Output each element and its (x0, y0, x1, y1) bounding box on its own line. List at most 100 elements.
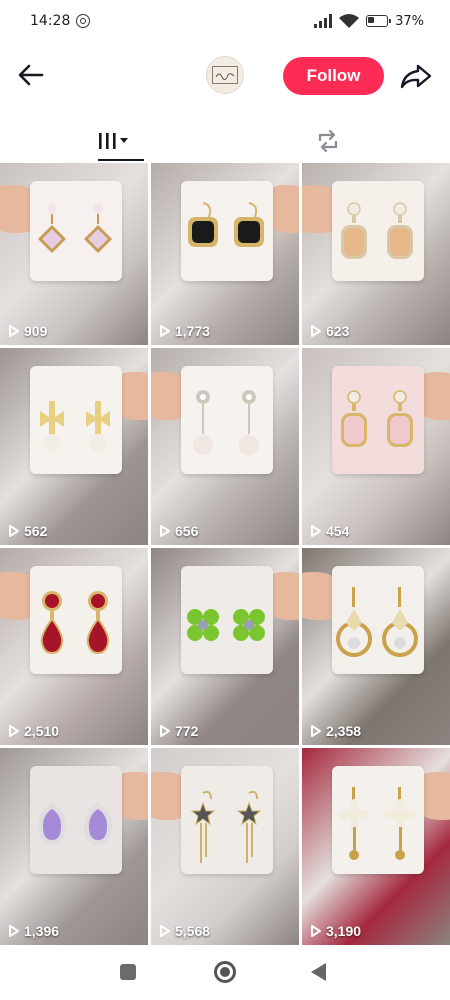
view-count: 562 (8, 523, 47, 539)
view-count: 5,568 (159, 923, 210, 939)
follow-button[interactable]: Follow (283, 57, 384, 95)
earring-right (239, 390, 259, 456)
earring-left (40, 401, 64, 453)
view-count-label: 772 (175, 723, 199, 739)
status-left: 14:28 (30, 13, 91, 29)
whatsapp-icon (76, 14, 91, 28)
earring-right (233, 609, 265, 642)
view-count: 1,773 (159, 323, 210, 339)
arrow-left-icon (18, 64, 44, 86)
tab-reposts[interactable] (290, 120, 365, 162)
earring-left (341, 390, 367, 448)
view-count: 623 (310, 323, 349, 339)
status-right: 37% (314, 13, 424, 29)
earring-left (338, 787, 370, 861)
view-count-label: 562 (24, 523, 48, 539)
battery-icon (366, 15, 392, 27)
profile-tabs (0, 120, 450, 162)
earring-right (234, 202, 264, 248)
earring-left (336, 587, 372, 658)
video-thumbnail[interactable]: 5,568 (151, 748, 299, 945)
signal-icon (314, 14, 333, 28)
view-count-label: 1,773 (175, 323, 211, 339)
video-thumbnail[interactable]: 3,190 (302, 748, 450, 945)
video-thumbnail[interactable]: 909 (0, 163, 148, 345)
active-tab-indicator (98, 159, 144, 161)
view-count: 454 (310, 523, 349, 539)
earring-right (84, 204, 112, 254)
video-thumbnail[interactable]: 623 (302, 163, 450, 345)
view-count-label: 5,568 (175, 923, 211, 939)
share-arrow-icon (400, 64, 432, 89)
earring-left (190, 791, 216, 864)
earring-right (387, 390, 413, 448)
play-icon (9, 725, 19, 737)
play-icon (160, 725, 170, 737)
view-count: 1,396 (8, 923, 59, 939)
earring-left (40, 591, 64, 655)
play-icon (9, 925, 19, 937)
earring-left (188, 202, 218, 248)
video-thumbnail[interactable]: 454 (302, 348, 450, 545)
play-icon (311, 725, 321, 737)
play-icon (160, 925, 170, 937)
video-thumbnail[interactable]: 562 (0, 348, 148, 545)
earring-right (86, 401, 110, 453)
profile-header: Follow (0, 42, 450, 110)
view-count-label: 2,510 (24, 723, 60, 739)
view-count-label: 454 (326, 523, 350, 539)
earring-right (387, 202, 413, 260)
view-count: 2,358 (310, 723, 361, 739)
recents-square-icon[interactable] (120, 964, 136, 980)
earring-right (384, 787, 416, 861)
view-count: 656 (159, 523, 198, 539)
back-triangle-icon[interactable] (311, 963, 326, 981)
view-count-label: 3,190 (326, 923, 362, 939)
play-icon (160, 325, 170, 337)
repost-icon (318, 129, 337, 153)
back-button[interactable] (14, 58, 48, 92)
play-icon (9, 325, 19, 337)
earring-right (382, 587, 418, 658)
share-button[interactable] (398, 58, 434, 94)
video-thumbnail[interactable]: 656 (151, 348, 299, 545)
earring-left (187, 609, 219, 642)
play-icon (9, 525, 19, 537)
tab-videos[interactable] (75, 120, 150, 162)
signature-logo-icon (215, 73, 235, 80)
play-icon (311, 925, 321, 937)
earring-right (86, 591, 110, 655)
wifi-icon (339, 13, 360, 28)
home-circle-icon[interactable] (214, 961, 236, 983)
earring-left (37, 803, 67, 846)
view-count: 2,510 (8, 723, 59, 739)
avatar-logo (212, 66, 238, 84)
video-thumbnail[interactable]: 772 (151, 548, 299, 745)
view-count-label: 2,358 (326, 723, 362, 739)
avatar[interactable] (206, 56, 244, 94)
battery-fill (368, 17, 374, 23)
video-thumbnail[interactable]: 2,358 (302, 548, 450, 745)
play-icon (160, 525, 170, 537)
view-count: 3,190 (310, 923, 361, 939)
view-count: 772 (159, 723, 198, 739)
view-count-label: 656 (175, 523, 199, 539)
status-time: 14:28 (30, 13, 71, 29)
earring-left (38, 204, 66, 254)
view-count-label: 909 (24, 323, 48, 339)
play-icon (311, 525, 321, 537)
video-grid: 909 1,773 623 562 656 454 2,510 772 2,358 1,396 5,… (0, 163, 450, 945)
video-thumbnail[interactable]: 1,396 (0, 748, 148, 945)
earring-right (236, 791, 262, 864)
view-count-label: 1,396 (24, 923, 60, 939)
earring-left (341, 202, 367, 260)
play-icon (311, 325, 321, 337)
video-thumbnail[interactable]: 2,510 (0, 548, 148, 745)
status-bar: 14:28 37% (0, 0, 450, 42)
system-nav-bar (0, 945, 450, 1000)
grid-sort-icon (98, 133, 128, 149)
view-count: 909 (8, 323, 47, 339)
video-thumbnail[interactable]: 1,773 (151, 163, 299, 345)
battery-percent: 37% (395, 13, 424, 29)
view-count-label: 623 (326, 323, 350, 339)
